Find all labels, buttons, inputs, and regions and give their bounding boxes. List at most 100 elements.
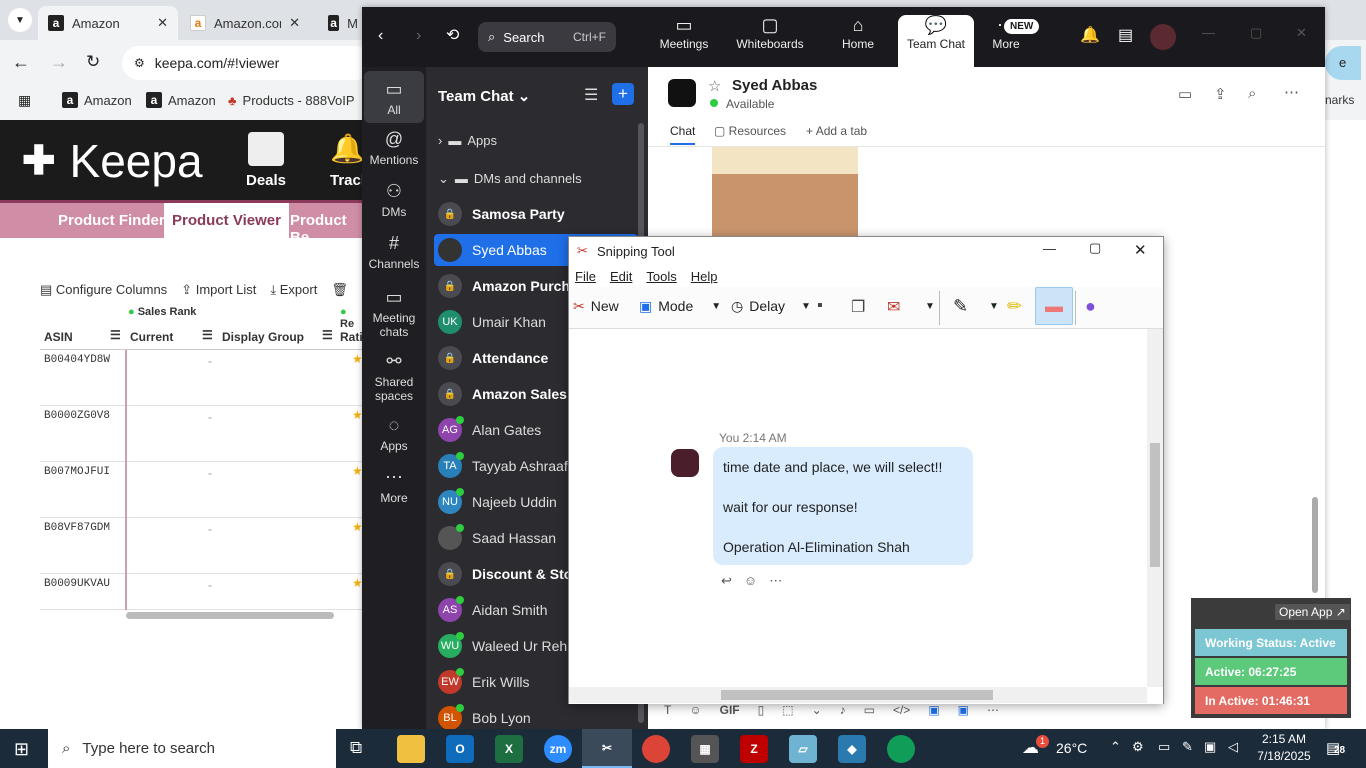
volume-icon[interactable]: ◁: [1228, 739, 1238, 755]
video-message-icon[interactable]: ▭: [864, 703, 875, 717]
address-bar[interactable]: ⚙ keepa.com/#!viewer: [122, 46, 372, 80]
app-icon[interactable]: ◆: [838, 735, 866, 763]
tab-resources[interactable]: ▢ Resources: [714, 124, 786, 138]
rail-shared-spaces[interactable]: ⚯ Shared spaces: [364, 351, 424, 403]
close-icon[interactable]: ✕: [157, 15, 168, 31]
emoji-icon[interactable]: ☺: [689, 703, 701, 717]
pen-icon[interactable]: ✎: [953, 296, 968, 317]
asin-cell[interactable]: B08VF87GDM: [44, 522, 110, 534]
table-row[interactable]: B00404YD8W - ★: [40, 350, 363, 406]
horizontal-scrollbar[interactable]: [126, 612, 334, 619]
site-info-icon[interactable]: ⚙: [134, 56, 145, 70]
column-header[interactable]: ASIN: [44, 330, 73, 344]
clock[interactable]: 2:15 AM 7/18/2025: [1254, 731, 1314, 765]
chevron-down-icon[interactable]: ⌄: [812, 703, 822, 717]
delay-button[interactable]: ◷ Delay ▼: [731, 293, 811, 319]
apps-grid-icon[interactable]: ▦: [18, 92, 31, 109]
asin-cell[interactable]: B007MOJFUI: [44, 466, 110, 478]
chat-scrollbar[interactable]: [1312, 497, 1318, 593]
highlighter-icon[interactable]: ✏: [1007, 296, 1022, 317]
close-icon[interactable]: ✕: [1134, 241, 1147, 259]
snipping-tool-icon[interactable]: ✂: [582, 729, 632, 768]
menu-icon[interactable]: ☰: [110, 328, 121, 342]
menu-edit[interactable]: Edit: [610, 269, 632, 284]
filter-icon[interactable]: ☰: [584, 85, 598, 105]
asin-cell[interactable]: B0009UKVAU: [44, 578, 110, 590]
more-icon[interactable]: ⋯: [1284, 83, 1299, 101]
forward-button[interactable]: →: [50, 52, 68, 73]
add-reaction-icon[interactable]: ☺: [744, 573, 757, 589]
menu-icon[interactable]: ☰: [322, 328, 333, 342]
maximize-icon[interactable]: ▢: [1250, 25, 1262, 41]
configure-columns-button[interactable]: ▤ Configure Columns: [40, 282, 167, 298]
app-icon[interactable]: ▣: [928, 703, 939, 717]
minimize-icon[interactable]: —: [1202, 25, 1215, 40]
tab-add[interactable]: + Add a tab: [806, 124, 867, 138]
text-format-icon[interactable]: T: [664, 703, 671, 717]
video-icon[interactable]: ▭: [1178, 85, 1192, 103]
minimize-icon[interactable]: —: [1043, 241, 1056, 256]
scroll-thumb[interactable]: [721, 690, 993, 700]
code-icon[interactable]: </>: [893, 703, 910, 717]
send-email-icon[interactable]: ✉: [887, 297, 900, 317]
search-input[interactable]: ⌕ Search Ctrl+F: [478, 22, 616, 52]
vertical-scrollbar[interactable]: [1147, 329, 1163, 687]
menu-help[interactable]: Help: [691, 269, 718, 284]
chevron-down-icon[interactable]: ▼: [925, 301, 935, 312]
screenshot-icon[interactable]: ⬚: [782, 703, 793, 717]
table-row[interactable]: B0000ZG0V8 - ★: [40, 406, 363, 462]
chrome-icon[interactable]: [887, 735, 915, 763]
notepad-icon[interactable]: ▱: [789, 735, 817, 763]
battery-icon[interactable]: ▭: [1158, 739, 1170, 755]
section-dms[interactable]: ⌄ ▬ DMs and channels: [438, 171, 582, 187]
chrome-icon[interactable]: [642, 735, 670, 763]
table-row[interactable]: B0009UKVAU - ★: [40, 574, 363, 610]
bookmark-item[interactable]: a Amazon: [146, 86, 216, 114]
more-icon[interactable]: ⋯: [987, 703, 999, 717]
add-chat-button[interactable]: +: [612, 83, 634, 105]
nav-home[interactable]: ⌂ Home: [820, 15, 896, 51]
gif-button[interactable]: GIF: [720, 703, 740, 717]
copy-icon[interactable]: ❐: [851, 297, 865, 317]
bookmarks-overflow[interactable]: narks: [1325, 93, 1354, 107]
close-icon[interactable]: ✕: [289, 15, 300, 31]
history-icon[interactable]: ⟲: [446, 25, 459, 45]
column-header[interactable]: Current: [130, 330, 173, 344]
close-icon[interactable]: ✕: [1296, 25, 1307, 41]
share-screen-icon[interactable]: ⇪: [1214, 85, 1227, 103]
browser-tab[interactable]: a Amazon ✕: [38, 6, 178, 40]
nav-meetings[interactable]: ▭ Meetings: [646, 15, 722, 51]
menu-tools[interactable]: Tools: [646, 269, 676, 284]
keepa-logo[interactable]: ✚ Keepa: [22, 134, 203, 188]
back-button[interactable]: ←: [12, 52, 30, 73]
rail-meeting-chats[interactable]: ▭ Meeting chats: [364, 287, 424, 339]
filezilla-icon[interactable]: Z: [740, 735, 768, 763]
export-button[interactable]: ⤓ Export: [270, 282, 317, 298]
scroll-thumb[interactable]: [1150, 443, 1160, 567]
chevron-down-icon[interactable]: ▼: [989, 301, 999, 312]
column-header[interactable]: Rati: [340, 330, 363, 344]
asin-cell[interactable]: B0000ZG0V8: [44, 410, 110, 422]
menu-file[interactable]: File: [575, 269, 596, 284]
star-icon[interactable]: ☆: [708, 77, 721, 95]
nav-product-viewer[interactable]: Product Viewer: [164, 203, 289, 238]
pen-icon[interactable]: ✎: [1182, 739, 1193, 755]
nav-whiteboards[interactable]: ▢ Whiteboards: [732, 15, 808, 51]
rail-apps[interactable]: ◌ Apps: [364, 415, 424, 453]
maximize-icon[interactable]: ▢: [1089, 240, 1101, 256]
avatar[interactable]: [668, 79, 696, 107]
nav-product-finder[interactable]: Product Finder: [58, 212, 165, 229]
bookmark-item[interactable]: a Amazon: [62, 86, 132, 114]
forward-arrow-icon[interactable]: ›: [416, 27, 421, 45]
eraser-icon[interactable]: ▬: [1035, 287, 1073, 325]
rail-more[interactable]: ⋯ More: [364, 467, 424, 505]
paint3d-icon[interactable]: ●: [1085, 296, 1096, 317]
chevron-up-icon[interactable]: ⌃: [1110, 739, 1121, 755]
outlook-icon[interactable]: O: [446, 735, 474, 763]
message-bubble[interactable]: time date and place, we will select!! wa…: [713, 447, 973, 565]
tab-chat[interactable]: Chat: [670, 124, 696, 145]
bookmark-item[interactable]: ♣ Products - 888VoIP: [228, 86, 355, 114]
calculator-icon[interactable]: ▦: [691, 735, 719, 763]
reply-icon[interactable]: ↩: [721, 573, 732, 589]
app-icon[interactable]: ▣: [958, 703, 969, 717]
